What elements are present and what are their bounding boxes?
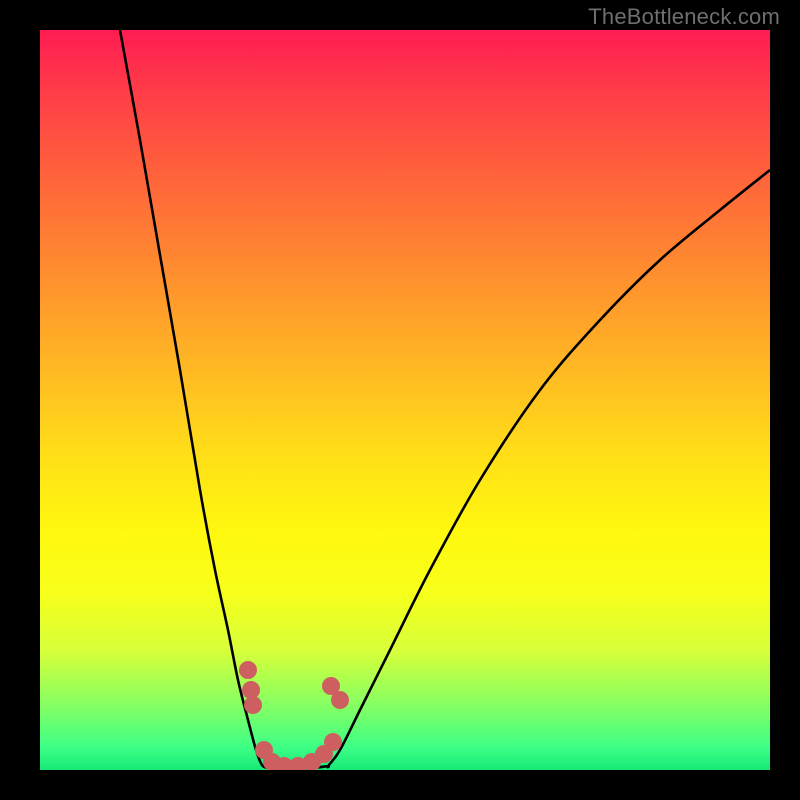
chart-frame: TheBottleneck.com — [0, 0, 800, 800]
marker-group — [239, 661, 349, 770]
chart-svg — [40, 30, 770, 770]
marker-dot — [324, 733, 342, 751]
marker-dot — [244, 696, 262, 714]
marker-dot — [239, 661, 257, 679]
marker-dot — [331, 691, 349, 709]
bottleneck-curve — [120, 30, 770, 768]
watermark-text: TheBottleneck.com — [588, 4, 780, 30]
plot-area — [40, 30, 770, 770]
